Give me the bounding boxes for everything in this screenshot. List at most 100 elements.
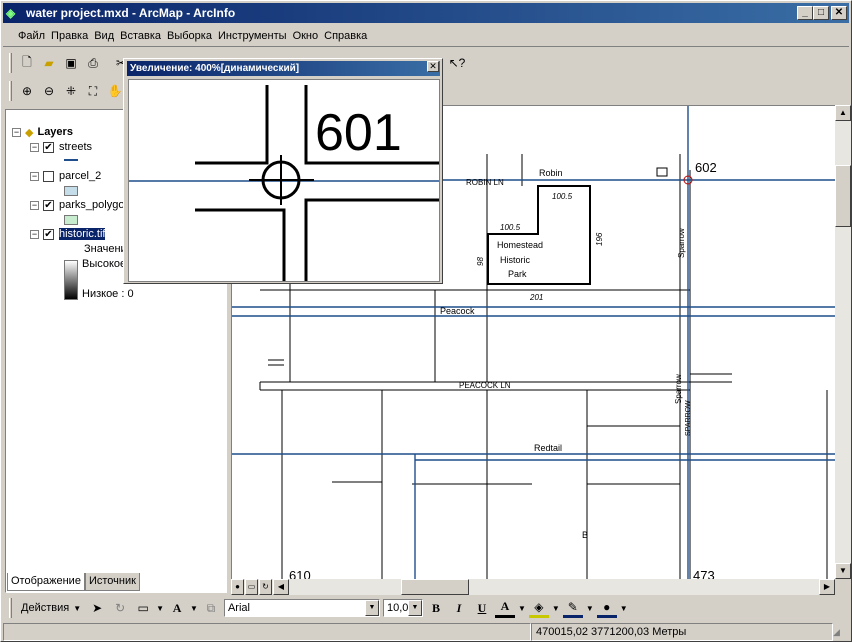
scroll-thumb[interactable] — [401, 579, 469, 595]
chevron-down-icon[interactable]: ▼ — [190, 604, 198, 613]
label-peacock-ln: PEACOCK LN — [459, 381, 511, 390]
label-dim-196: 196 — [595, 232, 604, 246]
chevron-down-icon[interactable]: ▼ — [156, 604, 164, 613]
layer-row-parcel[interactable]: − parcel_2 — [30, 168, 101, 184]
rotate-icon[interactable]: ↻ — [110, 598, 130, 618]
label-peacock: Peacock — [440, 306, 475, 316]
chevron-down-icon[interactable]: ▼ — [407, 600, 422, 616]
toolbar-grip[interactable] — [9, 81, 12, 101]
magnifier-canvas: 601 — [129, 85, 439, 281]
scroll-right-icon[interactable]: ▶ — [819, 579, 835, 595]
zoom-in-icon[interactable]: ⊕ — [17, 81, 37, 101]
layer-visibility-checkbox[interactable] — [43, 170, 54, 182]
scroll-thumb[interactable] — [835, 165, 851, 227]
magnifier-close-button[interactable]: ✕ — [427, 61, 439, 72]
refresh-icon[interactable]: ↻ — [259, 579, 272, 595]
collapse-icon[interactable]: − — [30, 229, 39, 239]
scroll-up-icon[interactable]: ▲ — [835, 105, 851, 121]
resize-grip-icon[interactable]: ◢ — [833, 623, 847, 641]
magnifier-title[interactable]: Увеличение: 400%[динамический] — [127, 61, 440, 76]
font-size-select[interactable]: 10,0 ▼ — [382, 599, 423, 617]
maximize-button[interactable]: □ — [813, 6, 829, 20]
menu-tools[interactable]: Инструменты — [215, 30, 290, 42]
zoom-out-icon[interactable]: ⊖ — [39, 81, 59, 101]
layer-visibility-checkbox[interactable]: ✔ — [43, 228, 54, 240]
underline-button[interactable]: U — [472, 598, 492, 618]
italic-button[interactable]: I — [449, 598, 469, 618]
tab-display[interactable]: Отображение — [7, 573, 85, 591]
label-robin-ln: ROBIN LN — [466, 178, 504, 187]
layout-view-icon[interactable]: ▭ — [245, 579, 258, 595]
layer-name: historic.tif — [59, 228, 106, 240]
layer-visibility-checkbox[interactable]: ✔ — [43, 199, 54, 211]
vertical-scrollbar[interactable]: ▲ ▼ — [835, 105, 851, 579]
toolbar-grip[interactable] — [9, 598, 12, 618]
collapse-icon[interactable]: − — [30, 171, 39, 181]
menu-selection[interactable]: Выборка — [164, 30, 215, 42]
magnifier-window[interactable]: Увеличение: 400%[динамический] ✕ 601 — [123, 58, 443, 284]
font-select[interactable]: Arial ▼ — [223, 599, 380, 617]
rectangle-icon[interactable]: ▭ — [133, 598, 153, 618]
layer-row-streets[interactable]: − ✔ streets — [30, 139, 92, 155]
layer-row-parks[interactable]: − ✔ parks_polygo — [30, 197, 124, 213]
minimize-button[interactable]: _ — [797, 6, 813, 20]
text-icon[interactable]: A — [167, 598, 187, 618]
globe-icon: ◈ — [6, 6, 16, 20]
actions-label: Действия — [21, 602, 70, 614]
label-historic-2: Historic — [500, 255, 531, 265]
font-color-button[interactable]: A — [494, 598, 515, 618]
menu-view[interactable]: Вид — [91, 30, 117, 42]
layer-row-historic[interactable]: − ✔ historic.tif — [30, 226, 106, 242]
data-view-icon[interactable]: ● — [231, 579, 244, 595]
new-document-icon[interactable]: 🗋 — [17, 53, 37, 73]
collapse-icon[interactable]: − — [12, 127, 21, 137]
menu-help[interactable]: Справка — [321, 30, 370, 42]
collapse-icon[interactable]: − — [30, 200, 39, 210]
chevron-down-icon[interactable]: ▼ — [518, 604, 526, 613]
edit-vertices-icon[interactable]: ⧉ — [201, 598, 221, 618]
print-icon[interactable]: ⎙ — [83, 53, 103, 73]
collapse-icon[interactable]: − — [30, 142, 39, 152]
save-icon[interactable]: ▣ — [61, 53, 81, 73]
scroll-down-icon[interactable]: ▼ — [835, 563, 851, 579]
chevron-down-icon[interactable]: ▼ — [620, 604, 628, 613]
chevron-down-icon[interactable]: ▼ — [586, 604, 594, 613]
toolbar-grip[interactable] — [9, 53, 12, 73]
menu-insert[interactable]: Вставка — [117, 30, 164, 42]
fill-color-icon[interactable]: ◈ — [528, 598, 549, 618]
parks-symbol — [64, 215, 78, 225]
menu-edit[interactable]: Правка — [48, 30, 91, 42]
menu-bar: Файл Правка Вид Вставка Выборка Инструме… — [3, 25, 849, 47]
scroll-left-icon[interactable]: ◀ — [273, 579, 289, 595]
label-sparrow-2: Sparrow — [674, 374, 683, 404]
coordinate-readout: 470015,02 3771200,03 Метры — [531, 623, 833, 641]
menu-file[interactable]: Файл — [15, 30, 48, 42]
marker-color-icon[interactable]: ● — [596, 598, 617, 618]
chevron-down-icon[interactable]: ▼ — [364, 600, 379, 616]
pan-hand-icon[interactable]: ✋ — [105, 81, 125, 101]
fixed-zoom-out-icon[interactable]: ⛶ — [83, 81, 103, 101]
layer-name: parcel_2 — [59, 170, 102, 182]
open-folder-icon[interactable]: ▰ — [39, 53, 59, 73]
close-button[interactable]: ✕ — [831, 6, 847, 20]
magnifier-view: 601 — [128, 79, 440, 282]
grayscale-ramp — [64, 260, 78, 300]
layer-visibility-checkbox[interactable]: ✔ — [43, 141, 54, 153]
label-602: 602 — [695, 160, 717, 175]
line-color-icon[interactable]: ✎ — [562, 598, 583, 618]
status-bar: 470015,02 3771200,03 Метры ◢ — [3, 623, 849, 641]
layers-root-row[interactable]: − ◆ Layers — [12, 124, 73, 140]
whats-this-help-icon[interactable]: ↖? — [447, 53, 467, 73]
fixed-zoom-in-icon[interactable]: ⁜ — [61, 81, 81, 101]
window-title: water project.mxd - ArcMap - ArcInfo — [26, 6, 236, 20]
horizontal-scrollbar[interactable]: ● ▭ ↻ ◀ ▶ — [231, 579, 835, 595]
actions-menu[interactable]: Действия ▼ — [18, 599, 84, 617]
historic-park-polygon — [487, 185, 591, 285]
select-pointer-icon[interactable]: ➤ — [87, 598, 107, 618]
label-historic-3: Park — [508, 269, 527, 279]
label-sparrow: Sparrow — [677, 228, 686, 258]
chevron-down-icon[interactable]: ▼ — [552, 604, 560, 613]
tab-source[interactable]: Источник — [84, 573, 140, 591]
bold-button[interactable]: B — [426, 598, 446, 618]
menu-window[interactable]: Окно — [290, 30, 322, 42]
